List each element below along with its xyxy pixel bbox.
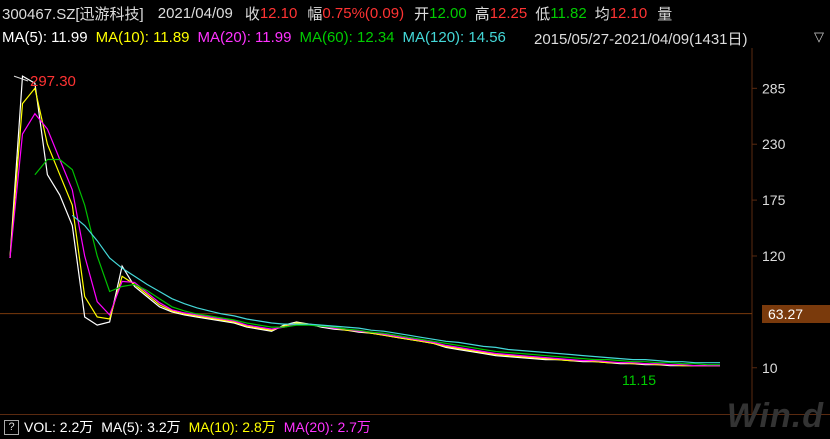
change-label: 幅 — [307, 5, 323, 23]
avg-label: 均 — [594, 5, 610, 23]
ma60-legend: MA(60): 12.34 — [299, 28, 395, 46]
close-label: 收 — [244, 5, 260, 23]
stock-code[interactable]: 300467.SZ[迅游科技] — [2, 3, 144, 24]
date-range: 2015/05/27-2021/04/09(1431日) — [534, 31, 748, 48]
vol-legend: VOL: 2.2万 — [24, 419, 94, 435]
avg-value: 12.10 — [609, 4, 648, 22]
ma120-legend: MA(120): 14.56 — [402, 28, 506, 46]
chevron-down-icon[interactable]: ▽ — [814, 29, 824, 45]
max-price-label: 297.30 — [30, 73, 76, 90]
open-value: 12.00 — [429, 4, 467, 22]
low-value: 11.82 — [550, 4, 587, 22]
open-label: 开 — [414, 5, 430, 23]
ma10-legend: MA(10): 11.89 — [95, 28, 190, 46]
help-icon[interactable]: ? — [4, 419, 19, 435]
vol-ma10-legend: MA(10): 2.8万 — [188, 419, 276, 435]
high-label: 高 — [474, 5, 490, 23]
high-value: 12.25 — [489, 4, 528, 22]
price-chart[interactable]: 285 230 175 120 10 297.30 11.15 — [0, 48, 830, 414]
y-tick-label: 285 — [762, 80, 786, 96]
ma20-legend: MA(20): 11.99 — [197, 28, 292, 46]
chart-background — [0, 48, 830, 414]
y-tick-label: 175 — [762, 192, 786, 208]
volume-legend-bar: ? VOL: 2.2万 MA(5): 3.2万 MA(10): 2.8万 MA(… — [0, 414, 830, 439]
change-value: 0.75%(0.09) — [322, 4, 405, 22]
watermark-logo: Win.d — [726, 397, 824, 435]
vol-ma20-legend: MA(20): 2.7万 — [283, 419, 371, 435]
vol-ma5-legend: MA(5): 3.2万 — [101, 419, 181, 435]
y-tick-label: 10 — [762, 360, 778, 376]
min-price-label: 11.15 — [622, 372, 656, 388]
quote-info-bar: 300467.SZ[迅游科技] 2021/04/09 收 12.10 幅 0.7… — [0, 0, 830, 26]
volume-label: 量 — [657, 5, 673, 23]
low-label: 低 — [535, 5, 551, 23]
ma5-legend: MA(5): 11.99 — [2, 28, 88, 46]
y-tick-label: 120 — [762, 248, 786, 264]
close-value: 12.10 — [259, 4, 298, 22]
quote-date: 2021/04/09 — [157, 4, 233, 22]
last-price-text: 63.27 — [768, 305, 804, 322]
y-tick-label: 230 — [762, 136, 786, 152]
last-price-tag: 63.27 — [762, 304, 830, 323]
